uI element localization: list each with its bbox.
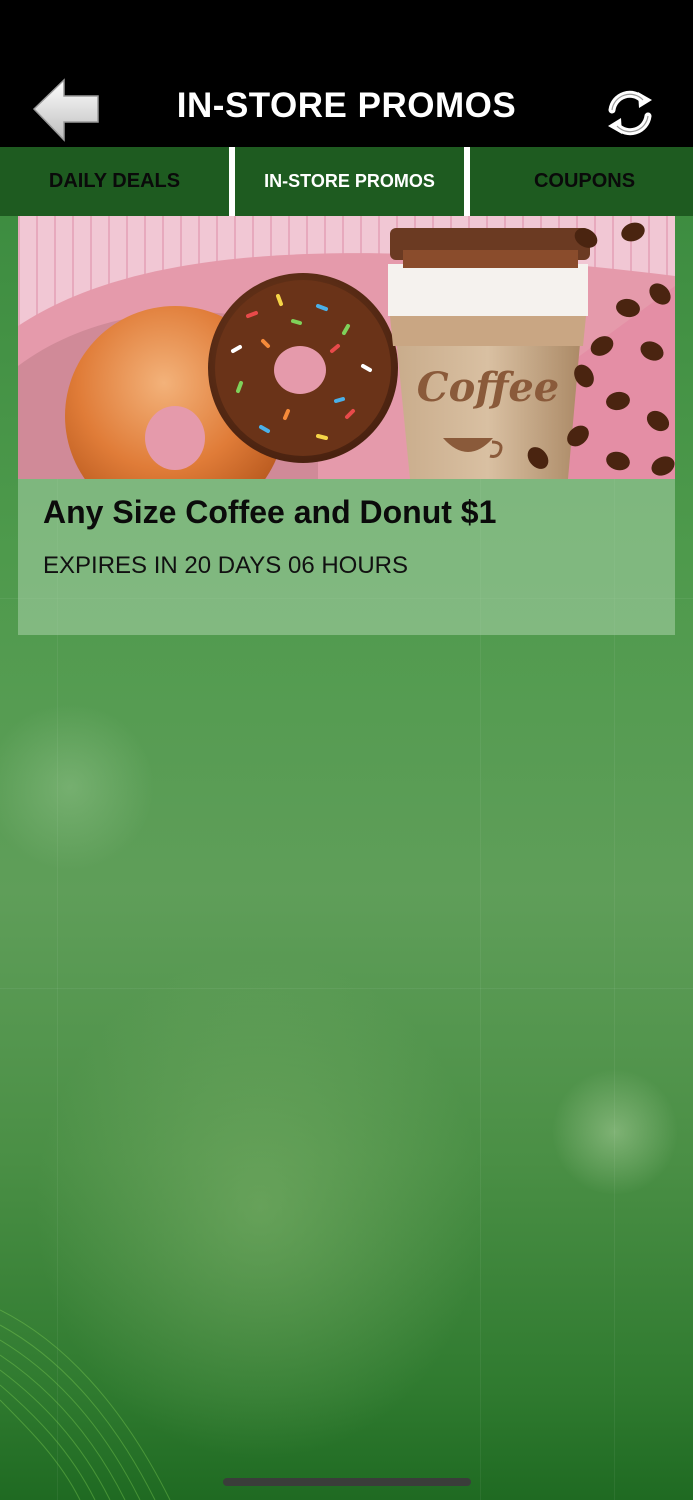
background-line [0,988,693,989]
promo-card[interactable]: Coffee Any Size Coffee and Donut $1 EXPI… [18,216,675,635]
wave-decoration [0,1309,171,1500]
tab-daily-deals[interactable]: DAILY DEALS [0,147,229,216]
tab-in-store-promos[interactable]: IN-STORE PROMOS [235,147,464,216]
coffee-text: Coffee [417,364,560,411]
promo-image: Coffee [18,216,675,479]
top-bar: IN-STORE PROMOS [0,0,693,147]
tab-bar: DAILY DEALS IN-STORE PROMOS COUPONS [0,147,693,216]
tab-coupons[interactable]: COUPONS [470,147,693,216]
home-indicator[interactable] [223,1478,471,1486]
tab-divider [464,147,470,216]
tab-divider [229,147,235,216]
page-title: IN-STORE PROMOS [176,86,517,125]
promo-title: Any Size Coffee and Donut $1 [43,494,497,530]
refresh-button[interactable] [603,88,657,138]
refresh-icon [608,90,652,136]
promo-expiry: EXPIRES IN 20 DAYS 06 HOURS [43,552,409,579]
